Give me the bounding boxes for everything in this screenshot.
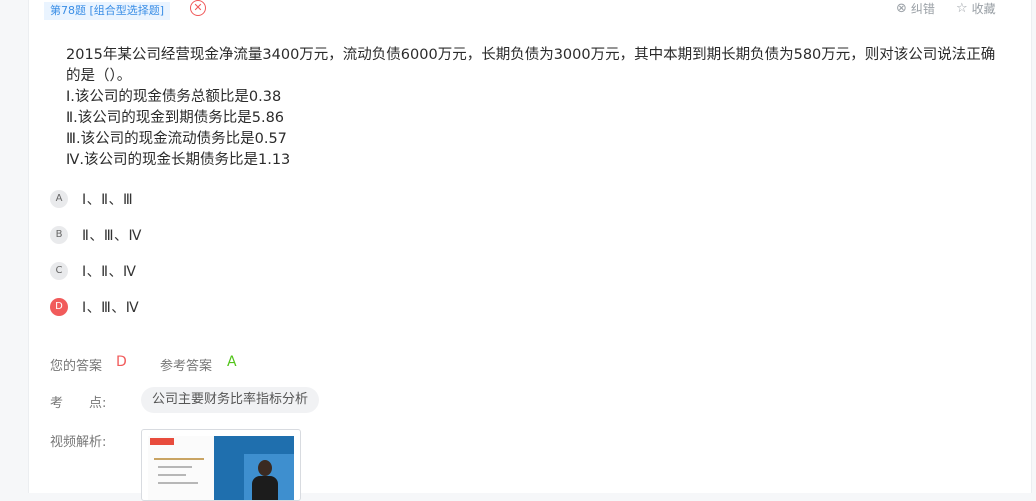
brand-logo (150, 438, 174, 445)
option-text: Ⅰ、Ⅱ、Ⅲ (82, 192, 134, 208)
option-b[interactable]: B Ⅱ、Ⅲ、Ⅳ (50, 225, 142, 245)
knowledge-point-label: 考 点: (50, 396, 107, 411)
reference-answer-value: A (227, 354, 237, 370)
option-letter: C (50, 262, 68, 280)
option-letter: B (50, 226, 68, 244)
video-analysis-label: 视频解析: (50, 435, 107, 450)
favorite-button[interactable]: ☆ 收藏 (956, 0, 996, 17)
star-icon: ☆ (956, 1, 968, 16)
option-c[interactable]: C Ⅰ、Ⅱ、Ⅳ (50, 261, 136, 281)
statement-1: Ⅰ.该公司的现金债务总额比是0.38 (66, 89, 282, 105)
option-text: Ⅰ、Ⅲ、Ⅳ (82, 300, 140, 316)
knowledge-point-tag[interactable]: 公司主要财务比率指标分析 (141, 387, 320, 413)
option-d[interactable]: D Ⅰ、Ⅲ、Ⅳ (50, 297, 139, 317)
your-answer-label: 您的答案 (50, 359, 103, 374)
wrong-mark-icon: ✕ (190, 0, 206, 16)
presenter-image (258, 460, 272, 476)
option-text: Ⅰ、Ⅱ、Ⅳ (82, 264, 137, 280)
statement-3: Ⅲ.该公司的现金流动债务比是0.57 (66, 131, 287, 147)
your-answer-value: D (116, 354, 127, 370)
question-stem: 2015年某公司经营现金净流量3400万元，流动负债6000万元，长期负债为30… (66, 45, 1006, 171)
report-error-label: 纠错 (910, 2, 935, 16)
statement-4: Ⅳ.该公司的现金长期债务比是1.13 (66, 152, 291, 168)
x-circle-icon: ⊗ (896, 1, 907, 16)
question-type-tag: 第78题 [组合型选择题] (44, 2, 171, 20)
option-text: Ⅱ、Ⅲ、Ⅳ (82, 228, 142, 244)
report-error-button[interactable]: ⊗ 纠错 (896, 0, 935, 17)
option-letter: D (50, 298, 68, 316)
favorite-label: 收藏 (971, 2, 996, 16)
video-thumbnail[interactable] (141, 429, 301, 501)
question-text: 2015年某公司经营现金净流量3400万元，流动负债6000万元，长期负债为30… (66, 47, 996, 84)
option-a[interactable]: A Ⅰ、Ⅱ、Ⅲ (50, 189, 133, 209)
option-letter: A (50, 190, 68, 208)
statement-2: Ⅱ.该公司的现金到期债务比是5.86 (66, 110, 285, 126)
video-frame (148, 436, 294, 500)
reference-answer-label: 参考答案 (160, 359, 213, 374)
